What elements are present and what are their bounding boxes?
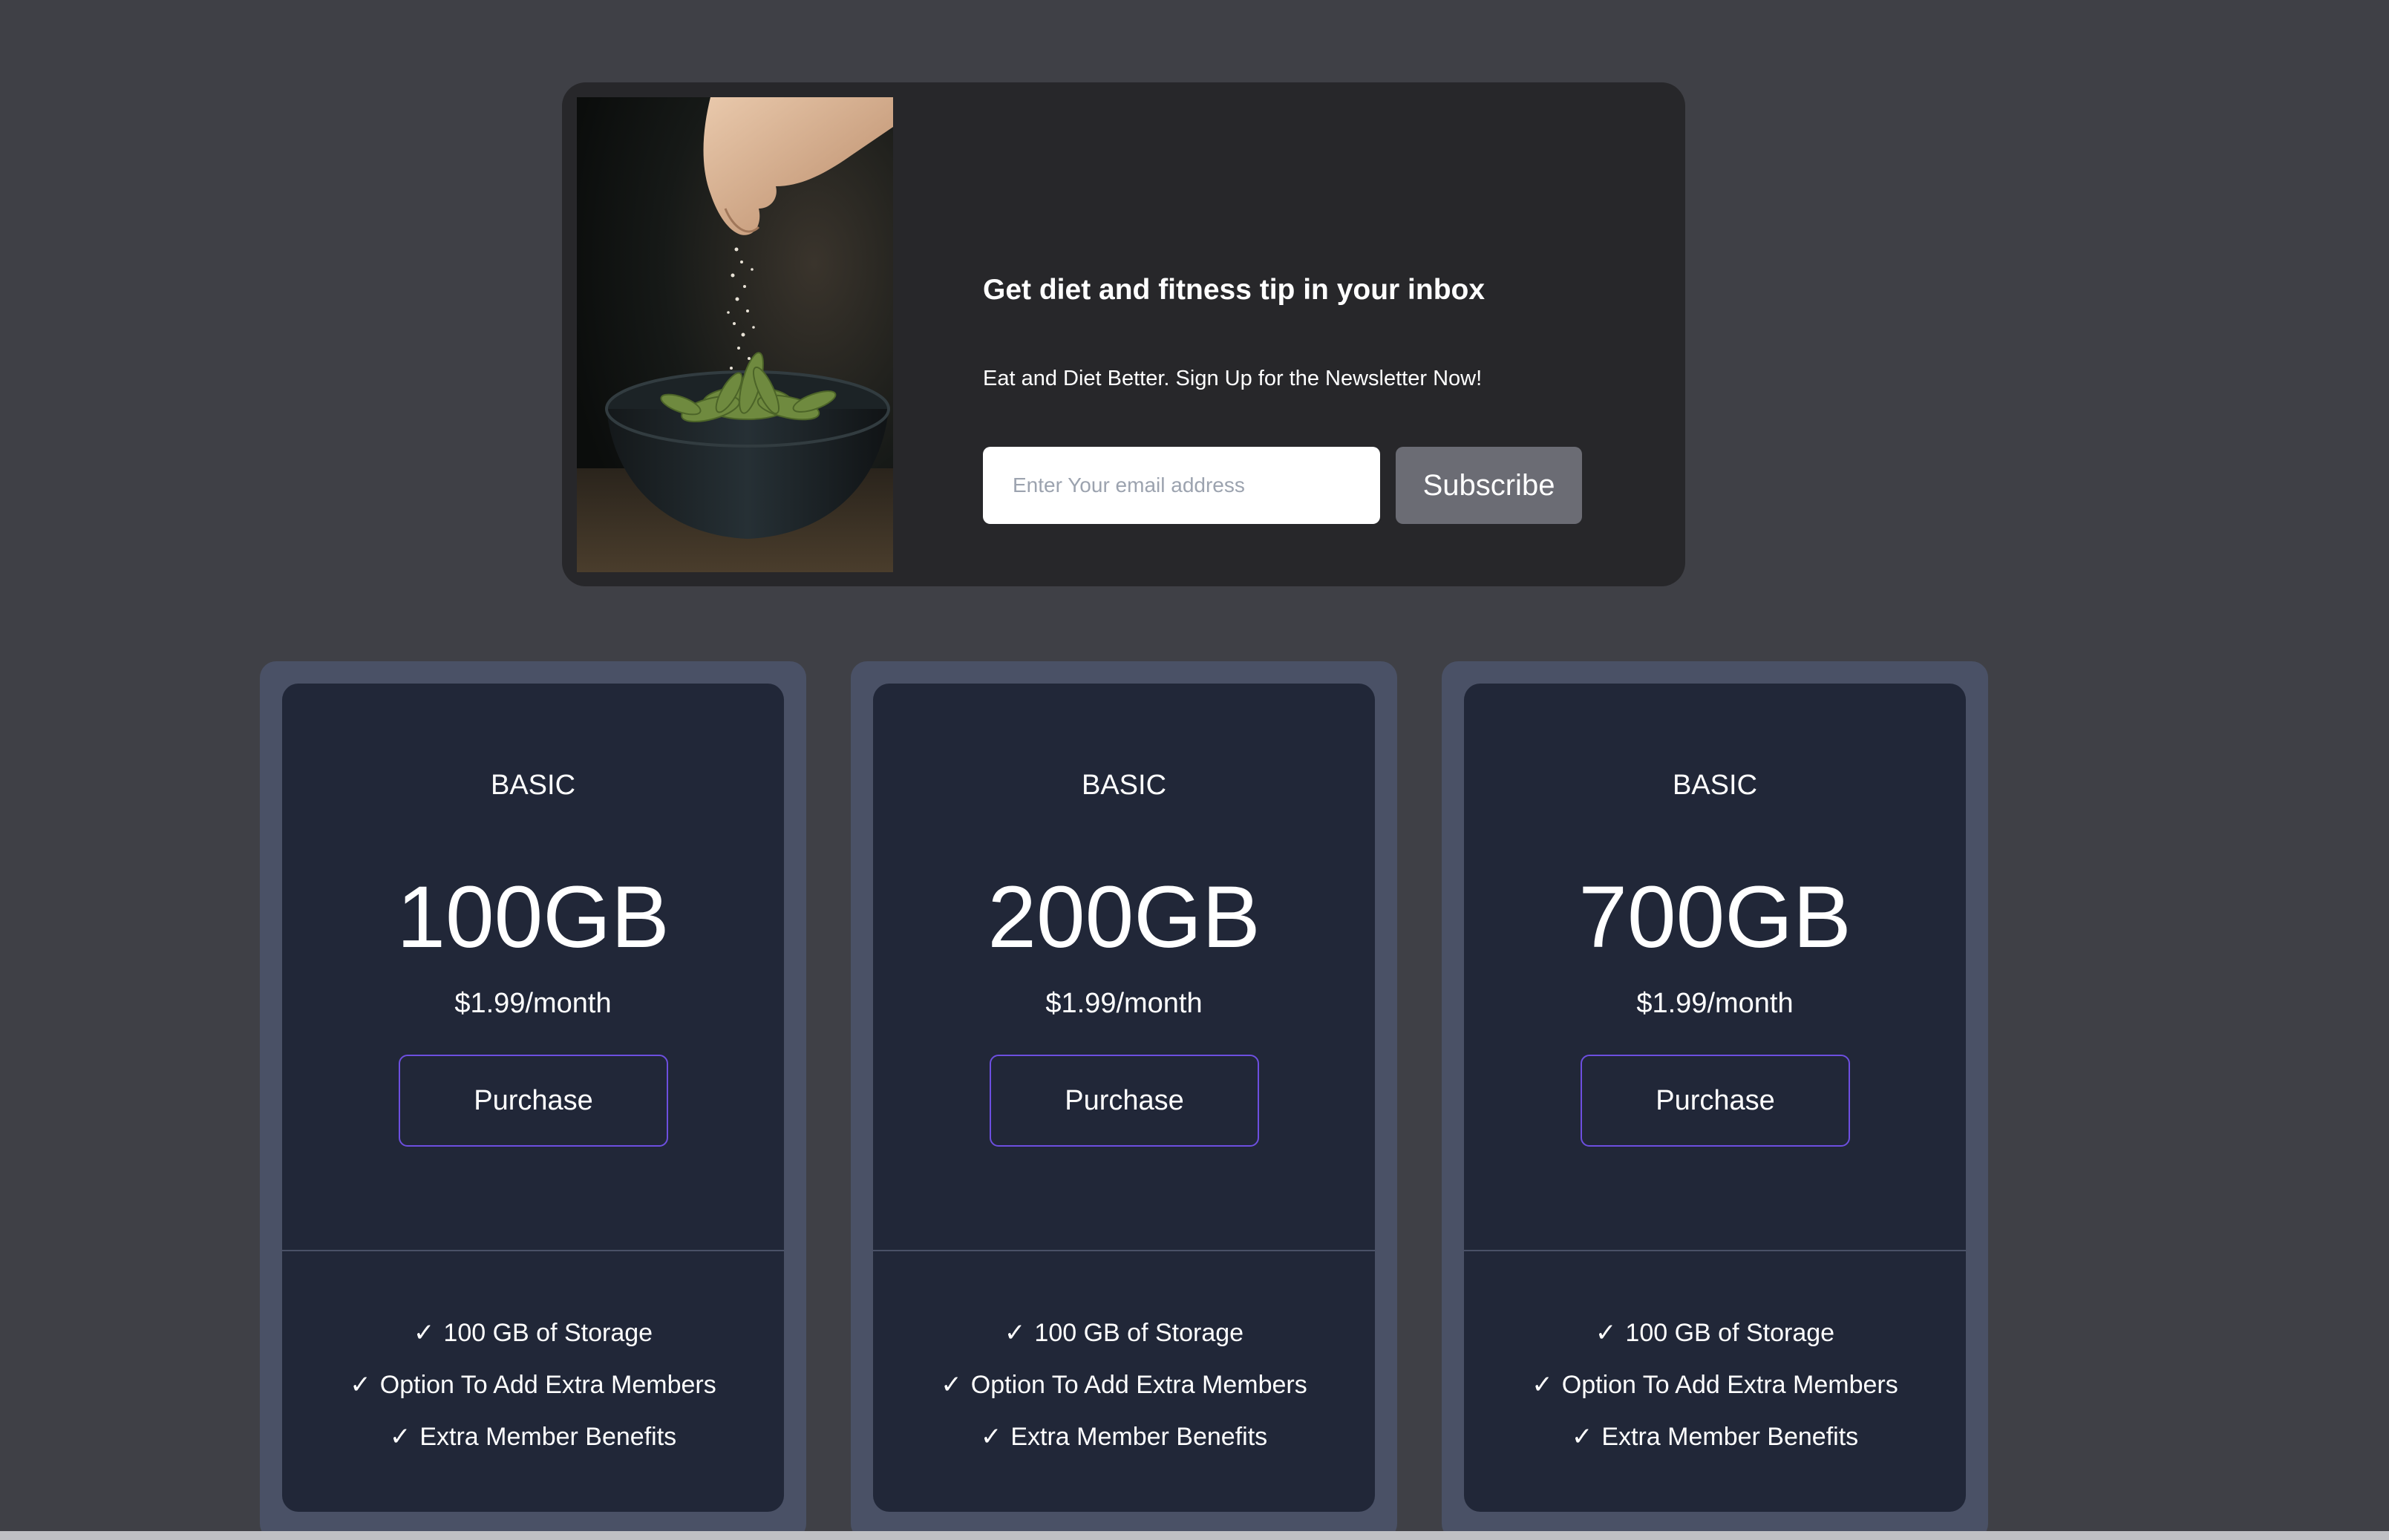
feature-item: ✓ 100 GB of Storage — [282, 1307, 784, 1359]
feature-item: ✓ 100 GB of Storage — [1464, 1307, 1966, 1359]
plan-storage-size: 200GB — [987, 868, 1261, 966]
plan-card-body: BASIC 200GB $1.99/month Purchase ✓ 100 GB… — [873, 684, 1375, 1512]
feature-label: Extra Member Benefits — [1601, 1423, 1859, 1451]
feature-label: Option To Add Extra Members — [970, 1371, 1307, 1399]
newsletter-image — [577, 97, 893, 572]
check-icon: ✓ — [1532, 1371, 1553, 1399]
plan-card-100gb: BASIC 100GB $1.99/month Purchase ✓ 100 GB… — [260, 661, 806, 1540]
plan-price: $1.99/month — [454, 988, 612, 1019]
plan-divider — [873, 1250, 1375, 1251]
feature-list: ✓ 100 GB of Storage ✓ Option To Add Extra … — [873, 1307, 1375, 1463]
newsletter-title: Get diet and fitness tip in your inbox — [983, 274, 1486, 306]
plan-divider — [282, 1250, 784, 1251]
plan-card-body: BASIC 700GB $1.99/month Purchase ✓ 100 GB… — [1464, 684, 1966, 1512]
plan-price: $1.99/month — [1045, 988, 1203, 1019]
newsletter-subtitle: Eat and Diet Better. Sign Up for the New… — [983, 367, 1483, 390]
purchase-button[interactable]: Purchase — [399, 1055, 668, 1147]
purchase-button[interactable]: Purchase — [990, 1055, 1259, 1147]
feature-list: ✓ 100 GB of Storage ✓ Option To Add Extra … — [282, 1307, 784, 1463]
check-icon: ✓ — [413, 1319, 435, 1347]
subscribe-button[interactable]: Subscribe — [1396, 447, 1582, 524]
feature-label: 100 GB of Storage — [1034, 1319, 1244, 1347]
plan-storage-size: 100GB — [396, 868, 670, 966]
check-icon: ✓ — [389, 1423, 411, 1451]
check-icon: ✓ — [1004, 1319, 1026, 1347]
horizontal-scrollbar[interactable] — [0, 1531, 2389, 1540]
feature-label: 100 GB of Storage — [1625, 1319, 1835, 1347]
feature-item: ✓ Extra Member Benefits — [1464, 1411, 1966, 1463]
feature-item: ✓ Extra Member Benefits — [282, 1411, 784, 1463]
plan-tier: BASIC — [490, 770, 576, 801]
plan-divider — [1464, 1250, 1966, 1251]
feature-list: ✓ 100 GB of Storage ✓ Option To Add Extra … — [1464, 1307, 1966, 1463]
feature-item: ✓ Extra Member Benefits — [873, 1411, 1375, 1463]
feature-item: ✓ Option To Add Extra Members — [873, 1359, 1375, 1411]
plan-card-700gb: BASIC 700GB $1.99/month Purchase ✓ 100 GB… — [1442, 661, 1988, 1540]
check-icon: ✓ — [980, 1423, 1002, 1451]
feature-label: 100 GB of Storage — [443, 1319, 653, 1347]
plan-tier: BASIC — [1672, 770, 1758, 801]
feature-item: ✓ 100 GB of Storage — [873, 1307, 1375, 1359]
check-icon: ✓ — [350, 1371, 371, 1399]
plan-storage-size: 700GB — [1578, 868, 1852, 966]
plan-card-body: BASIC 100GB $1.99/month Purchase ✓ 100 GB… — [282, 684, 784, 1512]
feature-label: Option To Add Extra Members — [1561, 1371, 1898, 1399]
plan-card-200gb: BASIC 200GB $1.99/month Purchase ✓ 100 GB… — [851, 661, 1397, 1540]
purchase-button[interactable]: Purchase — [1581, 1055, 1850, 1147]
check-icon: ✓ — [941, 1371, 962, 1399]
check-icon: ✓ — [1595, 1319, 1617, 1347]
feature-label: Option To Add Extra Members — [379, 1371, 716, 1399]
feature-item: ✓ Option To Add Extra Members — [282, 1359, 784, 1411]
email-input[interactable] — [983, 447, 1380, 524]
feature-item: ✓ Option To Add Extra Members — [1464, 1359, 1966, 1411]
feature-label: Extra Member Benefits — [419, 1423, 677, 1451]
check-icon: ✓ — [1571, 1423, 1593, 1451]
plan-price: $1.99/month — [1636, 988, 1794, 1019]
plan-tier: BASIC — [1081, 770, 1167, 801]
newsletter-card: Get diet and fitness tip in your inbox E… — [562, 82, 1685, 586]
feature-label: Extra Member Benefits — [1010, 1423, 1268, 1451]
